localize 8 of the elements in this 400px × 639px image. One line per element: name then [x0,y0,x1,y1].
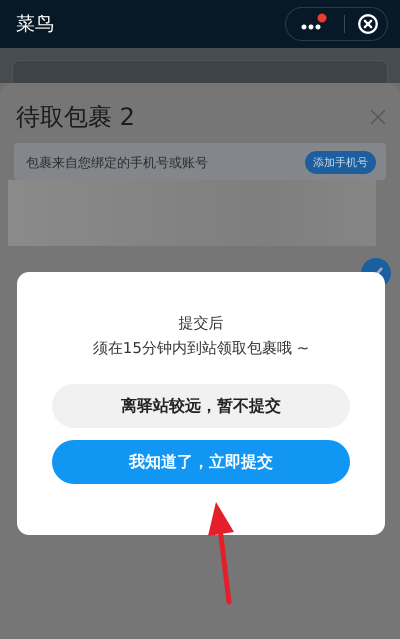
notice-text: 包裹来自您绑定的手机号或账号 [26,154,208,172]
cancel-button[interactable]: 离驿站较远，暂不提交 [52,384,350,428]
dialog-message: 须在15分钟内到站领取包裹哦 ~ [92,339,310,358]
dialog-message: 提交后 [178,314,224,333]
sheet-title: 待取包裹 2 [16,102,135,133]
add-phone-button[interactable]: 添加手机号 [305,151,376,174]
confirm-button[interactable]: 我知道了，立即提交 [52,440,350,484]
app-title: 菜鸟 [16,12,54,37]
